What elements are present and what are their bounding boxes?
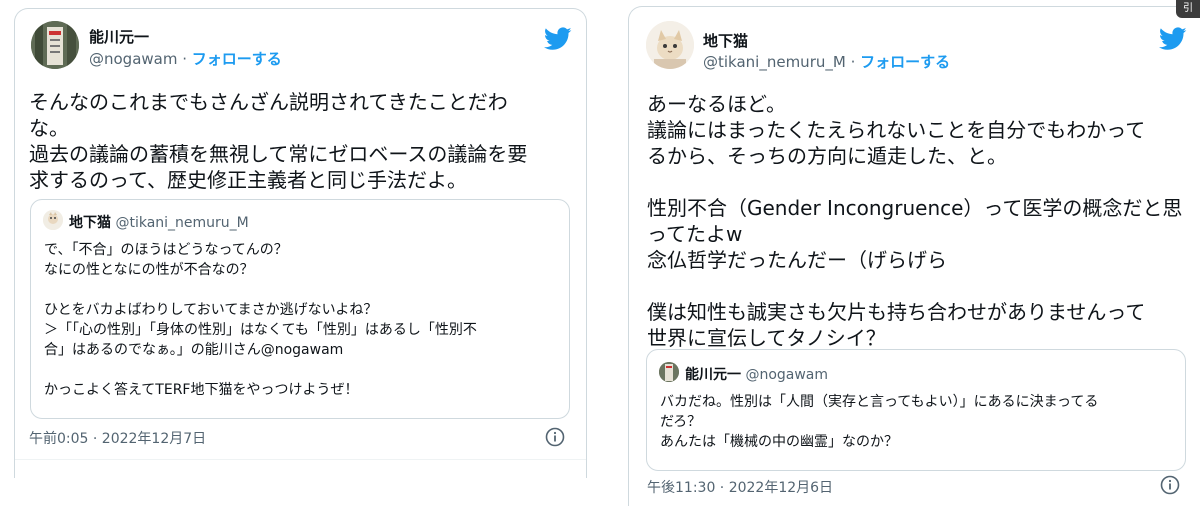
quote-author-handle: @tikani_nemuru_M — [115, 215, 249, 231]
tweet-card-left: 能川元一 @nogawam · フォローする そんなのこれまでもさんざん説明され… — [14, 8, 587, 478]
quote-text: バカだね。性別は「人間（実存と言ってもよい）」にあるに決まってる だろ？ あんた… — [660, 392, 1098, 452]
author-handle[interactable]: @tikani_nemuru_M — [703, 53, 846, 71]
quote-text-line: バカだね。性別は「人間（実存と言ってもよい）」にあるに決まってる — [660, 394, 1099, 410]
avatar[interactable] — [646, 21, 694, 69]
quote-text-line: 合」はあるのでなぁ。」の能川さん@nogawam — [44, 342, 344, 358]
separator: · — [845, 53, 861, 71]
quote-text-line: かっこよく答えてTERF地下猫をやっつけようぜ！ — [44, 382, 359, 398]
tweet-text-line: 性別不合（Gender Incongruence）って医学の概念だと思 — [647, 196, 1183, 220]
quoted-tweet[interactable]: 地下猫 @tikani_nemuru_M で、「不合」のほうはどうなってんの？ … — [30, 199, 570, 419]
tweet-text-line: な。 — [29, 116, 69, 140]
follow-button[interactable]: フォローする — [860, 53, 950, 71]
quote-text-line: なにの性となにの性が不合なの？ — [44, 262, 254, 278]
tweet-text-line: るから、そっちの方向に遁走した、と。 — [647, 144, 1007, 168]
separator: · — [177, 50, 192, 68]
divider — [15, 459, 586, 460]
quote-text-line: で、「不合」のほうはどうなってんの？ — [44, 242, 288, 258]
tweet-text-line: 念仏哲学だったんだー（げらげら — [647, 248, 947, 272]
tweet-card-right: 地下猫 @tikani_nemuru_M · フォローする あーなるほど。 議論… — [628, 6, 1200, 506]
info-icon[interactable] — [1160, 475, 1180, 495]
tweet-text-line: そんなのこれまでもさんざん説明されてきたことだわ — [29, 90, 508, 114]
info-icon[interactable] — [545, 427, 565, 447]
corner-badge[interactable]: 引 — [1176, 0, 1200, 18]
tweet-text: あーなるほど。 議論にはまったくたえられないことを自分でもわかって るから、そっ… — [647, 91, 1182, 351]
author-handle[interactable]: @nogawam — [89, 50, 177, 68]
tweet-text-line: ってたよw — [647, 222, 743, 246]
avatar[interactable] — [31, 21, 79, 69]
quote-author-name: 能川元一 — [685, 367, 741, 383]
quote-author-handle: @nogawam — [745, 367, 829, 383]
twitter-bird-icon[interactable] — [544, 27, 572, 51]
tweet-text-line: あーなるほど。 — [647, 92, 786, 116]
tweet-timestamp[interactable]: 午後11:30 · 2022年12月6日 — [647, 477, 833, 497]
tweet-text: そんなのこれまでもさんざん説明されてきたことだわ な。 過去の議論の蓄積を無視し… — [29, 89, 527, 193]
quote-text-line: あんたは「機械の中の幽霊」なのか？ — [660, 434, 898, 450]
quoted-tweet[interactable]: 能川元一 @nogawam バカだね。性別は「人間（実存と言ってもよい）」にある… — [646, 349, 1186, 471]
author-name[interactable]: 能川元一 — [89, 26, 149, 47]
author-handle-line: @tikani_nemuru_M · フォローする — [703, 51, 950, 72]
tweet-timestamp[interactable]: 午前0:05 · 2022年12月7日 — [29, 428, 206, 448]
quote-header: 能川元一 @nogawam — [685, 364, 828, 384]
quote-blank-line — [44, 280, 477, 300]
tweet-text-line: 世界に宣伝してタノシイ？ — [647, 326, 886, 350]
quote-text: で、「不合」のほうはどうなってんの？ なにの性となにの性が不合なの？ ひとをバカ… — [44, 240, 477, 400]
quote-author-name: 地下猫 — [69, 215, 111, 231]
follow-button[interactable]: フォローする — [192, 50, 282, 68]
tweet-text-line: 僕は知性も誠実さも欠片も持ち合わせがありませんって — [647, 300, 1146, 324]
tweet-text-line: 議論にはまったくたえられないことを自分でもわかって — [647, 118, 1146, 142]
quote-header: 地下猫 @tikani_nemuru_M — [69, 212, 249, 232]
tweet-text-line: 求するのって、歴史修正主義者と同じ手法だよ。 — [29, 168, 467, 192]
quote-avatar — [43, 210, 63, 230]
tweet-text-line: 過去の議論の蓄積を無視して常にゼロベースの議論を要 — [29, 142, 528, 166]
quote-text-line: だろ？ — [660, 414, 702, 430]
twitter-bird-icon[interactable] — [1159, 27, 1187, 51]
quote-text-line: ひとをバカよばわりしておいてまさか逃げないよね？ — [44, 302, 378, 318]
author-handle-line: @nogawam · フォローする — [89, 48, 282, 69]
quote-blank-line — [44, 360, 477, 380]
author-name[interactable]: 地下猫 — [703, 30, 748, 51]
quote-avatar — [659, 362, 679, 382]
quote-text-line: ＞「「心の性別」「身体の性別」はなくても「性別」はあるし「性別不 — [44, 322, 477, 338]
